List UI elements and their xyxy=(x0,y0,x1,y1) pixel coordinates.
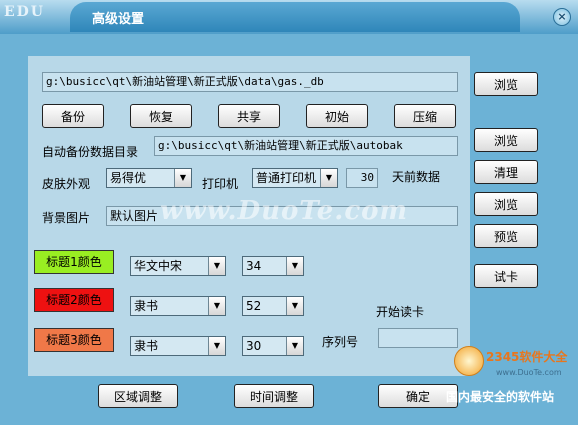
title3-size-select[interactable]: 30 ▼ xyxy=(242,336,304,356)
time-adjust-button[interactable]: 时间调整 xyxy=(234,384,314,408)
chevron-down-icon: ▼ xyxy=(286,297,303,315)
printer-value: 普通打印机 xyxy=(256,171,317,185)
logo-slogan: 国内最安全的软件站 xyxy=(446,390,555,404)
title1-size-select[interactable]: 34 ▼ xyxy=(242,256,304,276)
backup-button[interactable]: 备份 xyxy=(42,104,104,128)
share-button[interactable]: 共享 xyxy=(218,104,280,128)
title3-font-value: 隶书 xyxy=(134,339,159,353)
browse-background-button[interactable]: 浏览 xyxy=(474,192,538,216)
title2-font-select[interactable]: 隶书 ▼ xyxy=(130,296,226,316)
chevron-down-icon: ▼ xyxy=(208,297,225,315)
title3-font-select[interactable]: 隶书 ▼ xyxy=(130,336,226,356)
printer-select[interactable]: 普通打印机 ▼ xyxy=(252,168,338,188)
skin-label: 皮肤外观 xyxy=(42,177,91,191)
title1-color-button[interactable]: 标题1颜色 xyxy=(34,250,114,274)
printer-label: 打印机 xyxy=(202,177,239,191)
title1-color-label: 标题1颜色 xyxy=(46,255,102,269)
skin-value: 易得优 xyxy=(110,171,147,185)
compress-button[interactable]: 压缩 xyxy=(394,104,456,128)
chevron-down-icon: ▼ xyxy=(286,257,303,275)
edu-logo: EDU xyxy=(4,4,46,20)
chevron-down-icon: ▼ xyxy=(174,169,191,187)
data-path-field[interactable]: g:\busicc\qt\新油站管理\新正式版\data\gas._db xyxy=(42,72,458,92)
days-label: 天前数据 xyxy=(392,170,441,184)
chevron-down-icon: ▼ xyxy=(286,337,303,355)
test-card-button[interactable]: 试卡 xyxy=(474,264,538,288)
title2-size-select[interactable]: 52 ▼ xyxy=(242,296,304,316)
title1-font-select[interactable]: 华文中宋 ▼ xyxy=(130,256,226,276)
title3-size-value: 30 xyxy=(246,339,262,353)
title2-size-value: 52 xyxy=(246,299,262,313)
serial-label: 序列号 xyxy=(322,335,359,349)
browse-data-button[interactable]: 浏览 xyxy=(474,72,538,96)
skin-select[interactable]: 易得优 ▼ xyxy=(106,168,192,188)
days-field[interactable]: 30 xyxy=(346,168,378,188)
title3-color-label: 标题3颜色 xyxy=(46,333,102,347)
browse-autobackup-button[interactable]: 浏览 xyxy=(474,128,538,152)
autobackup-path-field[interactable]: g:\busicc\qt\新油站管理\新正式版\autobak xyxy=(154,136,458,156)
settings-window: EDU 高级设置 × g:\busicc\qt\新油站管理\新正式版\data\… xyxy=(0,0,578,425)
title1-size-value: 34 xyxy=(246,259,262,273)
title2-color-button[interactable]: 标题2颜色 xyxy=(34,288,114,312)
watermark: www.DuoTe.com xyxy=(160,196,409,226)
chevron-down-icon: ▼ xyxy=(208,257,225,275)
restore-button[interactable]: 恢复 xyxy=(130,104,192,128)
preview-button[interactable]: 预览 xyxy=(474,224,538,248)
chevron-down-icon: ▼ xyxy=(320,169,337,187)
serial-field[interactable] xyxy=(378,328,458,348)
logo-site: www.DuoTe.com xyxy=(496,368,562,377)
close-icon: × xyxy=(557,10,567,23)
chevron-down-icon: ▼ xyxy=(208,337,225,355)
title2-font-value: 隶书 xyxy=(134,299,159,313)
clean-button[interactable]: 清理 xyxy=(474,160,538,184)
start-read-card-label: 开始读卡 xyxy=(376,305,425,319)
title1-font-value: 华文中宋 xyxy=(134,259,183,273)
background-label: 背景图片 xyxy=(42,211,91,225)
logo-brand: 2345软件大全 xyxy=(486,350,568,364)
title3-color-button[interactable]: 标题3颜色 xyxy=(34,328,114,352)
window-title: 高级设置 xyxy=(92,12,145,27)
close-button[interactable]: × xyxy=(553,8,571,26)
autobackup-label: 自动备份数据目录 xyxy=(42,145,139,159)
title2-color-label: 标题2颜色 xyxy=(46,293,102,307)
title-bar: EDU 高级设置 × xyxy=(0,0,578,34)
site-logo: 2345软件大全 www.DuoTe.com 国内最安全的软件站 xyxy=(446,340,576,410)
init-button[interactable]: 初始 xyxy=(306,104,368,128)
region-adjust-button[interactable]: 区域调整 xyxy=(98,384,178,408)
mascot-icon xyxy=(454,346,484,376)
